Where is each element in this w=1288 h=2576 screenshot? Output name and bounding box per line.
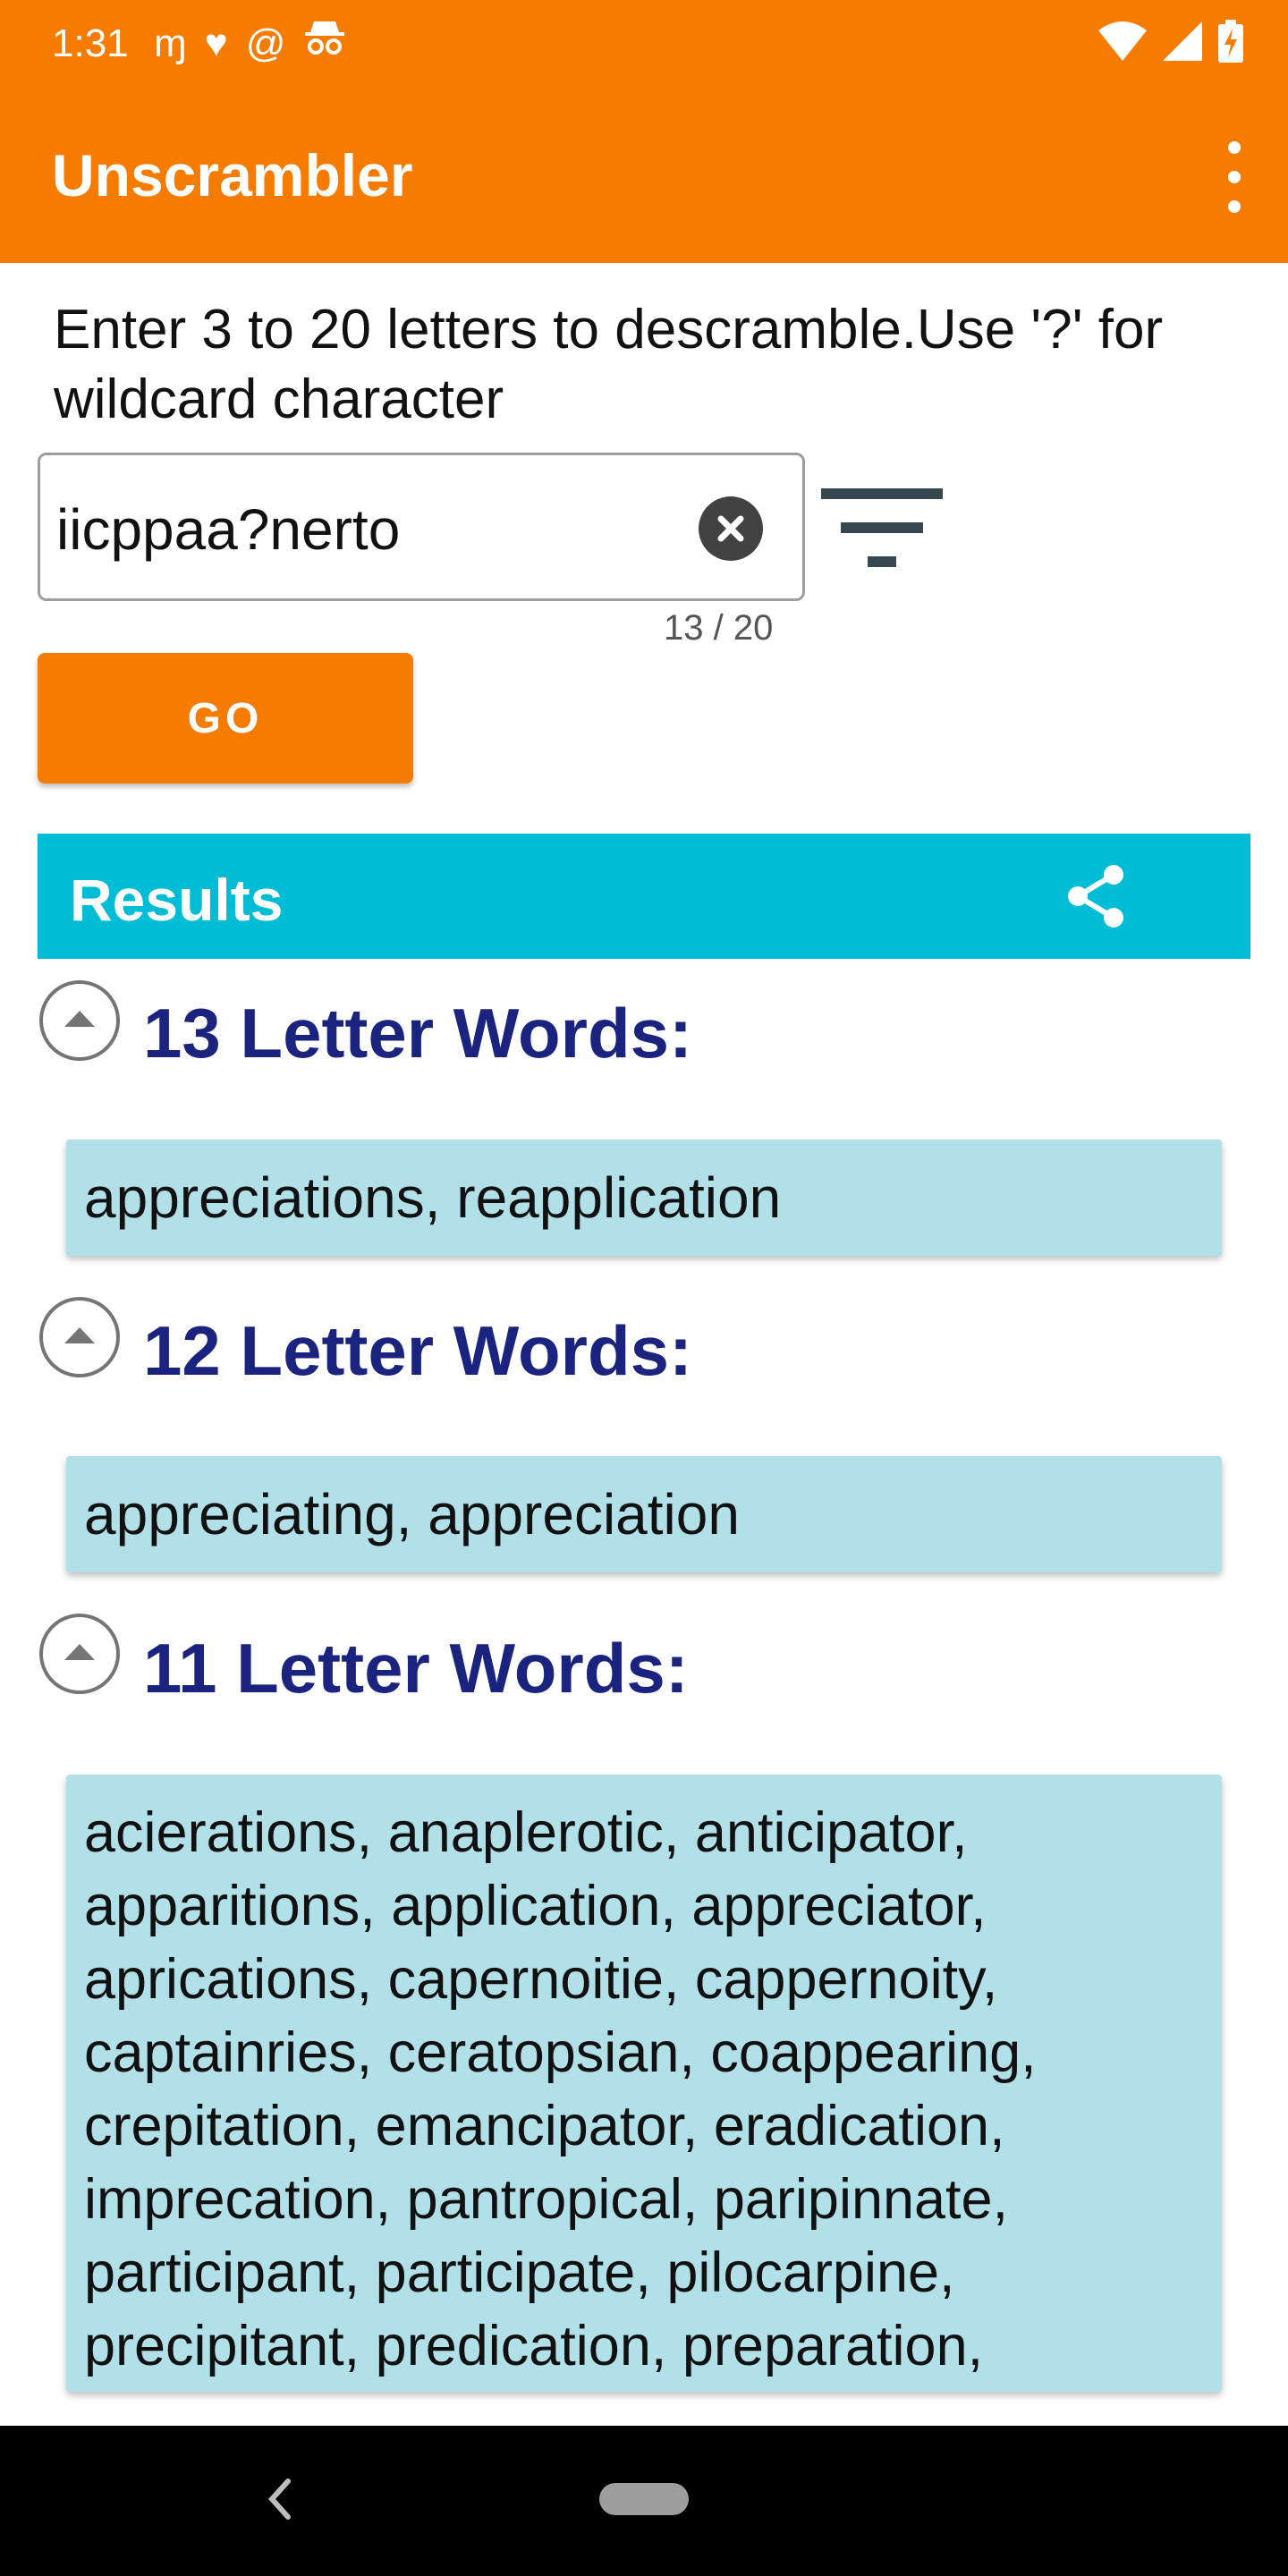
- chevron-up-icon: [64, 1011, 95, 1027]
- results-title: Results: [70, 867, 284, 933]
- at-sign-icon: @: [245, 21, 286, 65]
- chevron-up-icon: [64, 1327, 95, 1343]
- letters-input-value[interactable]: iicppaa?nerto: [56, 496, 400, 563]
- status-left-icons: ɱ ♥ @: [154, 18, 346, 70]
- clear-input-button[interactable]: [699, 496, 763, 561]
- word-list-13: appreciations, reapplication: [66, 1140, 1222, 1256]
- share-button[interactable]: [1062, 860, 1133, 932]
- wifi-icon: [1098, 21, 1147, 61]
- section-title-11: 11 Letter Words:: [143, 1629, 689, 1707]
- word-list-11: acierations, anaplerotic, anticipator, a…: [66, 1775, 1222, 2392]
- app-bar: Unscrambler: [0, 89, 1288, 263]
- app-title: Unscrambler: [52, 142, 413, 208]
- collapse-toggle-11[interactable]: [39, 1614, 120, 1694]
- incognito-icon: [303, 18, 346, 70]
- m-notification-icon: ɱ: [154, 21, 187, 65]
- status-bar: 1:31 ɱ ♥ @: [0, 0, 1288, 89]
- section-title-13: 13 Letter Words:: [143, 994, 693, 1072]
- filter-button[interactable]: [821, 488, 943, 571]
- home-button[interactable]: [599, 2483, 689, 2515]
- word-list-12: appreciating, appreciation: [66, 1456, 1222, 1572]
- instructions-text: Enter 3 to 20 letters to descramble.Use …: [54, 299, 1164, 430]
- navigation-bar: [0, 2426, 1288, 2576]
- status-time: 1:31: [52, 21, 129, 65]
- collapse-toggle-12[interactable]: [39, 1297, 120, 1377]
- filter-icon: [821, 488, 943, 499]
- screen: 1:31 ɱ ♥ @ Unscrambler Enter 3 to 20 let…: [0, 0, 1288, 2576]
- section-title-12: 12 Letter Words:: [143, 1311, 693, 1390]
- status-right-icons: [1098, 20, 1243, 63]
- go-button[interactable]: GO: [38, 653, 413, 784]
- close-icon: [717, 515, 744, 542]
- back-icon[interactable]: [261, 2470, 297, 2528]
- share-icon: [1068, 865, 1123, 928]
- results-header: Results: [38, 834, 1250, 959]
- battery-charging-icon: [1218, 20, 1243, 63]
- letters-input[interactable]: iicppaa?nerto: [38, 453, 805, 601]
- overflow-menu-icon[interactable]: [1216, 141, 1252, 213]
- character-counter: 13 / 20: [664, 608, 774, 648]
- chevron-up-icon: [64, 1644, 95, 1660]
- signal-icon: [1163, 21, 1202, 61]
- heart-check-icon: ♥: [204, 21, 228, 65]
- collapse-toggle-13[interactable]: [39, 980, 120, 1061]
